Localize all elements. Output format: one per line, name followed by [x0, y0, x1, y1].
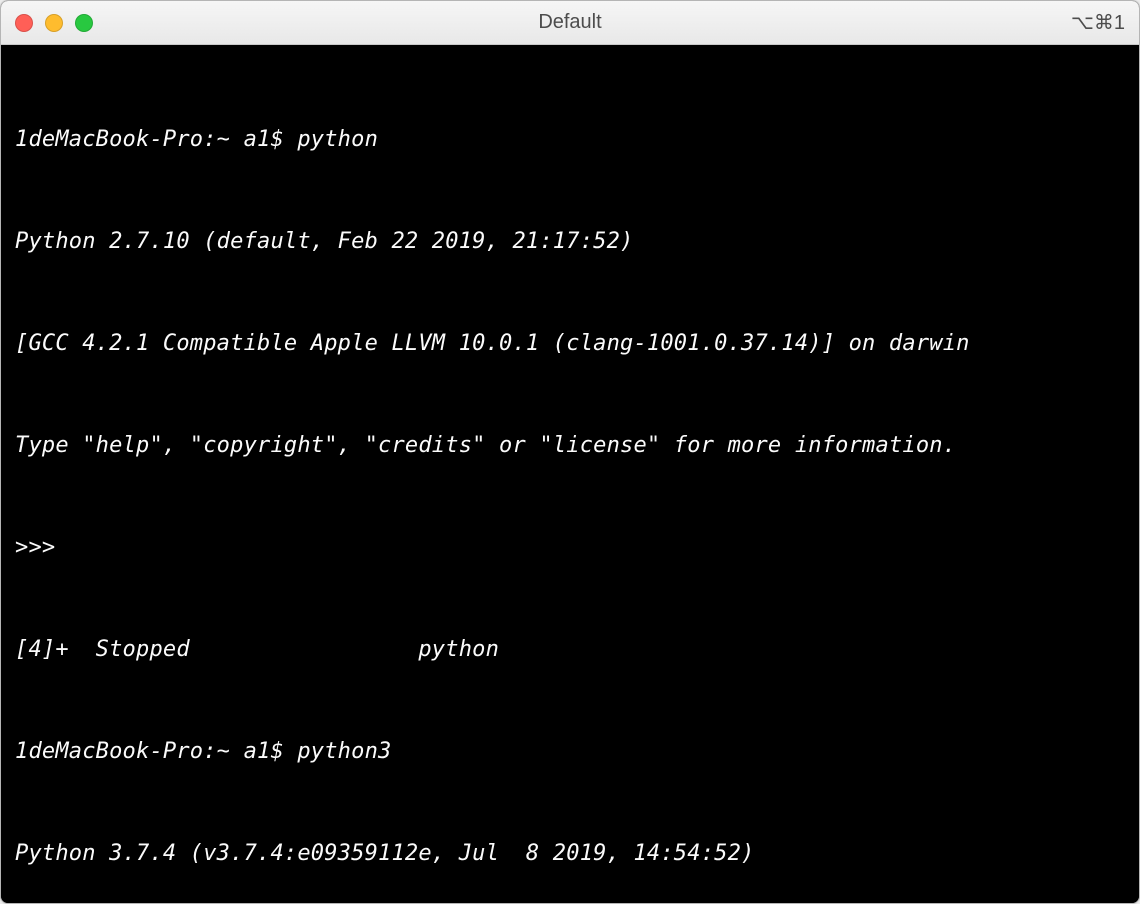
terminal-line: [4]+ Stopped python [15, 633, 1125, 667]
terminal-line: [GCC 4.2.1 Compatible Apple LLVM 10.0.1 … [15, 327, 1125, 361]
terminal-line: 1deMacBook-Pro:~ a1$ python [15, 123, 1125, 157]
terminal-line: Type "help", "copyright", "credits" or "… [15, 429, 1125, 463]
terminal-line: Python 2.7.10 (default, Feb 22 2019, 21:… [15, 225, 1125, 259]
maximize-button[interactable] [75, 14, 93, 32]
window-shortcut-indicator: ⌥⌘1 [1071, 10, 1125, 35]
close-button[interactable] [15, 14, 33, 32]
minimize-button[interactable] [45, 14, 63, 32]
window-titlebar[interactable]: Default ⌥⌘1 [1, 1, 1139, 45]
terminal-window: Default ⌥⌘1 1deMacBook-Pro:~ a1$ python … [0, 0, 1140, 904]
terminal-content[interactable]: 1deMacBook-Pro:~ a1$ python Python 2.7.1… [1, 45, 1139, 903]
terminal-line: 1deMacBook-Pro:~ a1$ python3 [15, 735, 1125, 769]
window-title: Default [538, 11, 601, 34]
traffic-lights [15, 14, 93, 32]
terminal-line: Python 3.7.4 (v3.7.4:e09359112e, Jul 8 2… [15, 837, 1125, 871]
terminal-line: >>> [15, 531, 1125, 565]
